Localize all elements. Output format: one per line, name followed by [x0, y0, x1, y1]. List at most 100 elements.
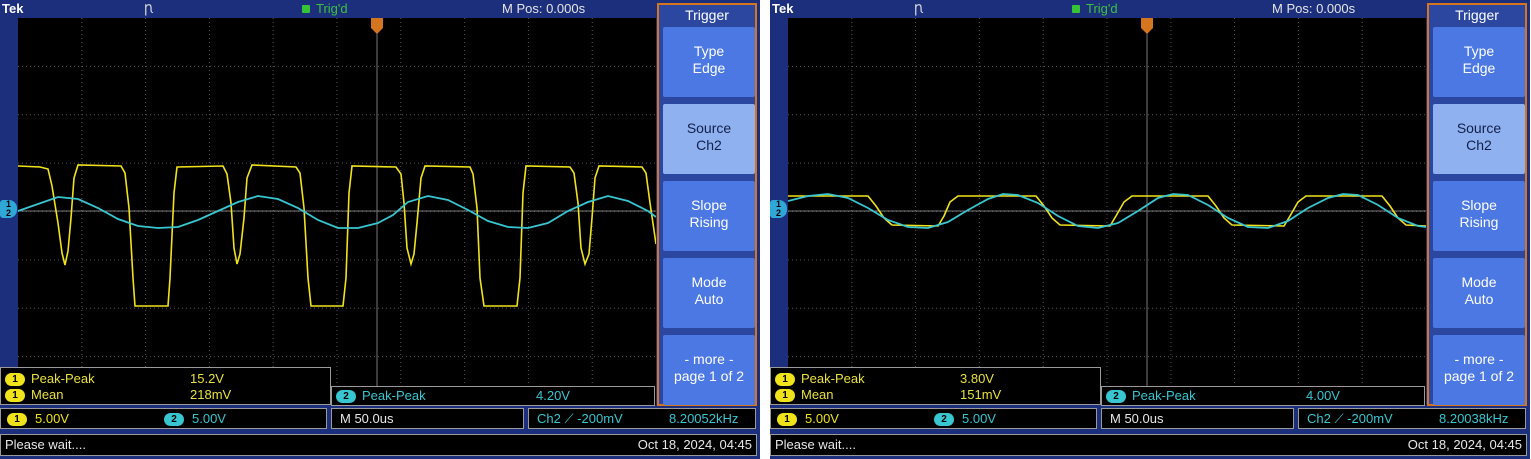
measurement-row: 1 Mean 151mV: [775, 387, 1001, 403]
button-line2: Ch2: [696, 137, 722, 153]
trigger-type-button[interactable]: Type Edge: [663, 27, 755, 97]
measurement-label: Peak-Peak: [31, 371, 95, 386]
marker-ch2: 2: [5, 208, 11, 218]
trigger-side-menu: Trigger Type Edge Source Ch2 Slope Rising M…: [657, 3, 757, 406]
marker-ch2: 2: [775, 208, 781, 218]
button-line2: Ch2: [1466, 137, 1492, 153]
timebase[interactable]: M 50.0us: [1110, 411, 1163, 426]
button-line1: Slope: [691, 197, 727, 213]
ch1-scale[interactable]: 5.00V: [805, 411, 839, 426]
button-line2: page 1 of 2: [673, 368, 745, 384]
ch1-badge-icon: 1: [777, 413, 797, 427]
trigger-position-icon: [371, 18, 383, 34]
ch1-badge-icon: 1: [775, 389, 795, 403]
measurement-label: Peak-Peak: [362, 388, 426, 403]
button-line1: - more -: [684, 351, 734, 367]
button-line1: Type: [1463, 43, 1495, 59]
waveform-display: 1 Peak-Peak 15.2V 1 Mean 218mV 2 Peak-Pe…: [0, 18, 656, 406]
button-line1: Slope: [1461, 197, 1497, 213]
channel-scale-bar: 1 5.00V 2 5.00V: [0, 408, 327, 429]
trigger-type-button[interactable]: Type Edge: [1433, 27, 1525, 97]
timebase-box: M 50.0us: [331, 408, 524, 429]
horizontal-position: M Pos: 0.000s: [1272, 1, 1356, 16]
ch2-badge-icon: 2: [934, 413, 954, 427]
trigger-mode-button[interactable]: Mode Auto: [1433, 258, 1525, 328]
ch1-badge-icon: 1: [5, 373, 25, 387]
datetime: Oct 18, 2024, 04:45: [637, 437, 752, 452]
oscilloscope-screen-right: Tek Ꞃ Trig'd M Pos: 0.000s 12 1 Peak-Pea…: [770, 0, 1530, 459]
button-line1: Type: [693, 43, 725, 59]
status-message: Please wait....: [775, 437, 856, 452]
timebase[interactable]: M 50.0us: [340, 411, 393, 426]
button-line2: Edge: [692, 60, 726, 76]
measurement-value: 151mV: [960, 387, 1002, 402]
ch2-measurement-box: 2 Peak-Peak 4.00V: [1101, 386, 1425, 406]
button-line1: Source: [686, 120, 732, 136]
trigger-source-button[interactable]: Source Ch2: [1433, 104, 1525, 174]
menu-title: Trigger: [685, 7, 729, 23]
ch2-waveform: [18, 195, 656, 229]
measurement-value: 4.20V: [536, 388, 570, 403]
ch1-scale[interactable]: 5.00V: [35, 411, 69, 426]
trigger-slope-button[interactable]: Slope Rising: [663, 181, 755, 251]
channel-ground-marker: 12: [770, 200, 787, 218]
measurement-value: 218mV: [190, 387, 232, 402]
trigger-status-icon: [1072, 5, 1080, 13]
ch2-measurement-box: 2 Peak-Peak 4.20V: [331, 386, 655, 406]
trigger-mode-button[interactable]: Mode Auto: [663, 258, 755, 328]
trigger-level[interactable]: Ch2 ⟋ -200mV: [537, 411, 623, 427]
frequency-readout: 8.20052kHz: [669, 411, 739, 426]
measurement-value: 3.80V: [960, 371, 994, 386]
trigger-status: Trig'd: [1086, 1, 1118, 16]
ch2-scale[interactable]: 5.00V: [192, 411, 226, 426]
channel-scale-bar: 1 5.00V 2 5.00V: [770, 408, 1097, 429]
measurement-label: Peak-Peak: [1132, 388, 1196, 403]
ch2-badge-icon: 2: [164, 413, 184, 427]
horizontal-position: M Pos: 0.000s: [502, 1, 586, 16]
channel-ground-marker: 12: [0, 200, 17, 218]
trigger-level[interactable]: Ch2 ⟋ -200mV: [1307, 411, 1393, 427]
acquisition-pulse-icon: Ꞃ: [144, 2, 153, 16]
ch1-badge-icon: 1: [5, 389, 25, 403]
brand-label: Tek: [772, 1, 794, 16]
measurement-row: 1 Peak-Peak 15.2V: [5, 371, 224, 387]
datetime: Oct 18, 2024, 04:45: [1407, 437, 1522, 452]
measurement-label: Peak-Peak: [801, 371, 865, 386]
button-line1: Mode: [1461, 274, 1497, 290]
top-status-bar: Tek Ꞃ Trig'd M Pos: 0.000s: [0, 0, 657, 18]
ch1-measurement-box: 1 Peak-Peak 3.80V 1 Mean 151mV: [770, 367, 1101, 405]
button-line2: Edge: [1462, 60, 1496, 76]
ch1-measurement-box: 1 Peak-Peak 15.2V 1 Mean 218mV: [0, 367, 331, 405]
more-menu-button[interactable]: - more - page 1 of 2: [663, 335, 755, 405]
button-line1: - more -: [1454, 351, 1504, 367]
waveform-display: 1 Peak-Peak 3.80V 1 Mean 151mV 2 Peak-Pe…: [770, 18, 1426, 406]
button-line2: Rising: [689, 214, 729, 230]
button-line2: Auto: [1464, 291, 1494, 307]
trigger-slope-button[interactable]: Slope Rising: [1433, 181, 1525, 251]
acquisition-pulse-icon: Ꞃ: [914, 2, 923, 16]
ch1-badge-icon: 1: [775, 373, 795, 387]
ch2-badge-icon: 2: [336, 390, 356, 404]
button-line2: Auto: [694, 291, 724, 307]
status-message: Please wait....: [5, 437, 86, 452]
measurement-row: 1 Mean 218mV: [5, 387, 231, 403]
measurement-row: 2 Peak-Peak 4.00V: [1106, 388, 1340, 404]
brand-label: Tek: [2, 1, 24, 16]
ch2-badge-icon: 2: [1106, 390, 1126, 404]
footer-bar: Please wait.... Oct 18, 2024, 04:45: [0, 434, 757, 456]
measurement-row: 2 Peak-Peak 4.20V: [336, 388, 570, 404]
measurement-label: Mean: [801, 387, 834, 402]
measurement-value: 15.2V: [190, 371, 224, 386]
trigger-info-box: Ch2 ⟋ -200mV 8.20038kHz: [1298, 408, 1526, 429]
trigger-status: Trig'd: [316, 1, 348, 16]
ch2-scale[interactable]: 5.00V: [962, 411, 996, 426]
trigger-side-menu: Trigger Type Edge Source Ch2 Slope Rising M…: [1427, 3, 1527, 406]
top-status-bar: Tek Ꞃ Trig'd M Pos: 0.000s: [770, 0, 1427, 18]
frequency-readout: 8.20038kHz: [1439, 411, 1509, 426]
trigger-position-icon: [1141, 18, 1153, 34]
more-menu-button[interactable]: - more - page 1 of 2: [1433, 335, 1525, 405]
button-line1: Source: [1456, 120, 1502, 136]
timebase-box: M 50.0us: [1101, 408, 1294, 429]
trigger-info-box: Ch2 ⟋ -200mV 8.20052kHz: [528, 408, 756, 429]
trigger-source-button[interactable]: Source Ch2: [663, 104, 755, 174]
